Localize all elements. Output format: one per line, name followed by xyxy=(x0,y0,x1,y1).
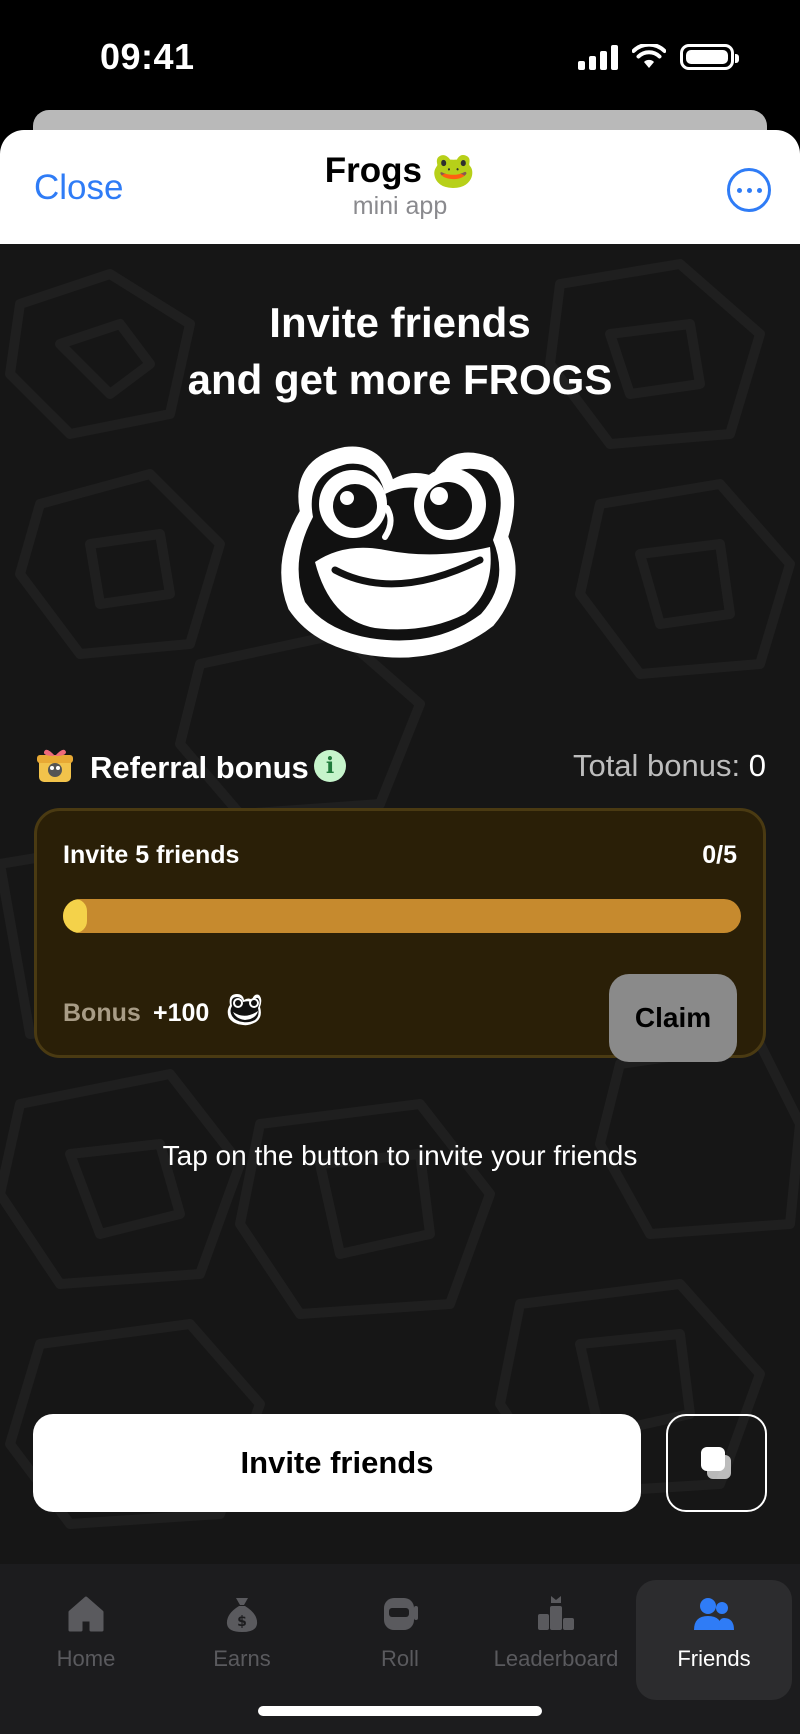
more-options-button[interactable] xyxy=(727,168,771,212)
copy-link-button[interactable] xyxy=(666,1414,767,1512)
app-subtitle: mini app xyxy=(352,192,448,220)
gift-icon xyxy=(37,749,73,782)
copy-icon xyxy=(700,1447,731,1479)
tab-label: Roll xyxy=(381,1646,419,1671)
leaderboard-icon xyxy=(538,1596,574,1630)
tab-label: Friends xyxy=(677,1646,751,1671)
tab-label: Earns xyxy=(213,1646,271,1671)
friends-icon xyxy=(694,1598,734,1630)
frog-mascot-logo xyxy=(281,446,516,658)
bottom-tab-bar: Home $ Earns Roll Leaderboard Friends xyxy=(0,1564,800,1734)
invite-hint: Tap on the button to invite your friends xyxy=(162,1140,638,1171)
total-bonus-value: 0 xyxy=(748,748,766,783)
main-content: Invite friends and get more FROGS Referr… xyxy=(0,244,800,1564)
mini-app-header: Close Frogs 🐸 mini app xyxy=(0,130,800,244)
bonus-value: +100 xyxy=(153,999,210,1027)
total-bonus: Total bonus: 0 xyxy=(573,748,766,784)
tab-friends[interactable]: Friends xyxy=(636,1580,792,1700)
home-indicator xyxy=(258,1706,542,1716)
headline-line-2: and get more FROGS xyxy=(187,356,613,403)
referral-bonus-row: Referral bonus i Total bonus: 0 xyxy=(36,744,766,790)
status-icons xyxy=(578,44,739,70)
home-icon xyxy=(68,1596,104,1632)
ellipsis-icon xyxy=(736,187,742,193)
bonus-label: Bonus xyxy=(63,999,141,1027)
tab-earns[interactable]: $ Earns xyxy=(182,1580,302,1700)
headline: Invite friends and get more FROGS xyxy=(0,294,800,408)
headline-line-1: Invite friends xyxy=(269,299,531,346)
task-progress-fill xyxy=(63,899,87,933)
task-title: Invite 5 friends xyxy=(63,841,240,869)
tab-leaderboard[interactable]: Leaderboard xyxy=(486,1580,626,1700)
frog-coin-icon xyxy=(227,994,262,1026)
invite-task-card: Invite 5 friends 0/5 Bonus +100 Claim xyxy=(34,808,766,1062)
tab-roll[interactable]: Roll xyxy=(340,1580,460,1700)
money-bag-icon: $ xyxy=(226,1598,258,1632)
task-progress-bar xyxy=(63,899,741,933)
referral-bonus-title: Referral bonus xyxy=(90,750,309,785)
cellular-signal-icon xyxy=(578,44,618,70)
tab-label: Home xyxy=(56,1646,116,1671)
battery-icon xyxy=(680,44,739,70)
status-time: 09:41 xyxy=(100,36,195,77)
info-icon[interactable]: i xyxy=(314,750,346,782)
status-bar: 09:41 xyxy=(0,0,800,110)
invite-friends-button[interactable]: Invite friends xyxy=(33,1414,641,1512)
svg-text:$: $ xyxy=(237,1614,247,1630)
task-progress-count: 0/5 xyxy=(702,841,737,869)
total-bonus-label: Total bonus: xyxy=(572,748,741,783)
tab-label: Leaderboard xyxy=(493,1646,619,1671)
claim-button[interactable]: Claim xyxy=(609,974,737,1062)
app-title: Frogs 🐸 xyxy=(324,151,476,190)
wifi-icon xyxy=(632,44,666,68)
tab-home[interactable]: Home xyxy=(26,1580,146,1700)
roll-icon xyxy=(384,1598,418,1630)
